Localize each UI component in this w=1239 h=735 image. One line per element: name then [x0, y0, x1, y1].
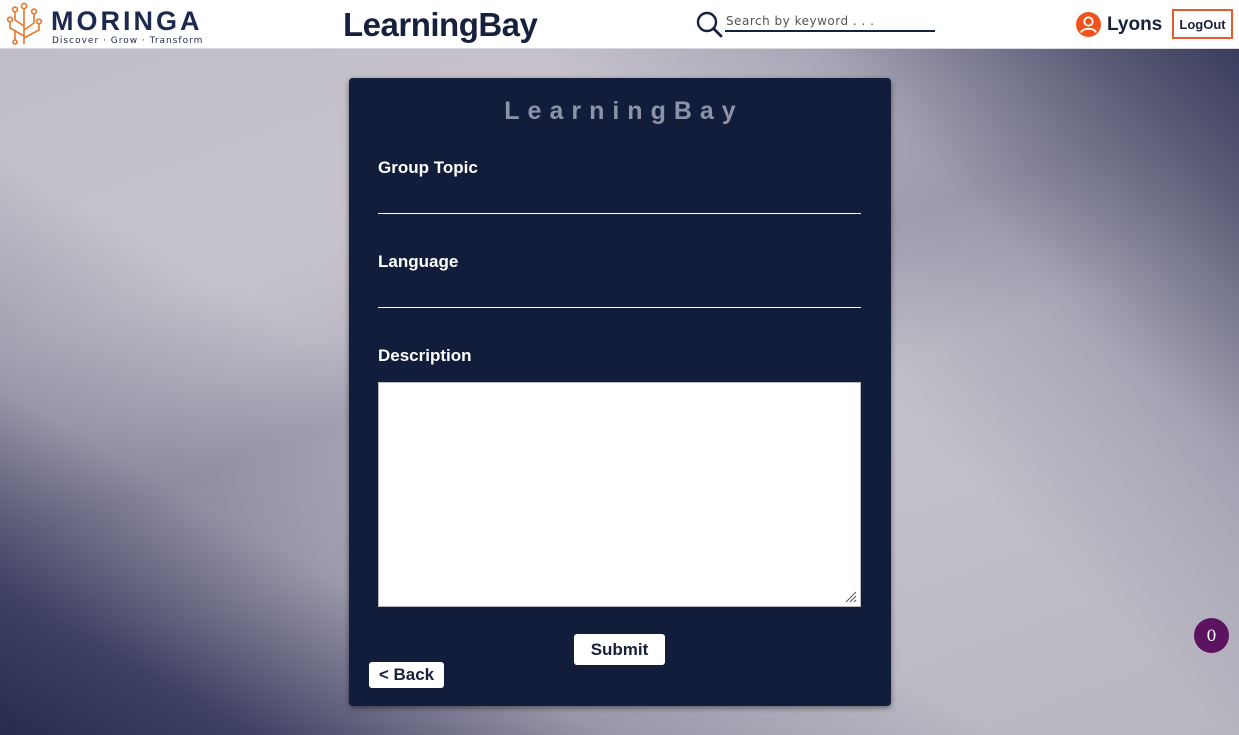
language-input[interactable]: [378, 278, 861, 308]
logo-wordmark: MORINGA: [51, 6, 203, 36]
moringa-logo[interactable]: MORINGA Discover · Grow · Transform: [5, 0, 205, 48]
search-icon[interactable]: [695, 10, 723, 38]
language-label: Language: [378, 252, 459, 271]
back-button[interactable]: < Back: [369, 662, 444, 688]
moringa-tree-icon: [6, 2, 43, 45]
username[interactable]: Lyons: [1107, 14, 1162, 36]
logout-button[interactable]: LogOut: [1172, 9, 1233, 39]
group-topic-label: Group Topic: [378, 158, 478, 177]
user-icon[interactable]: [1076, 12, 1101, 37]
resize-grip-icon[interactable]: [843, 589, 857, 603]
top-navbar: MORINGA Discover · Grow · Transform Lear…: [0, 0, 1239, 49]
group-topic-input[interactable]: [378, 184, 861, 214]
form-title: LearningBay: [504, 97, 744, 125]
brand-title[interactable]: LearningBay: [343, 6, 538, 44]
create-group-form: LearningBay Group Topic Language Descrip…: [349, 78, 891, 706]
notification-badge[interactable]: 0: [1194, 618, 1229, 653]
description-label: Description: [378, 346, 472, 365]
search-input[interactable]: [725, 12, 935, 32]
submit-button[interactable]: Submit: [574, 634, 665, 665]
description-textarea[interactable]: [378, 382, 861, 607]
logo-tagline: Discover · Grow · Transform: [52, 36, 204, 46]
